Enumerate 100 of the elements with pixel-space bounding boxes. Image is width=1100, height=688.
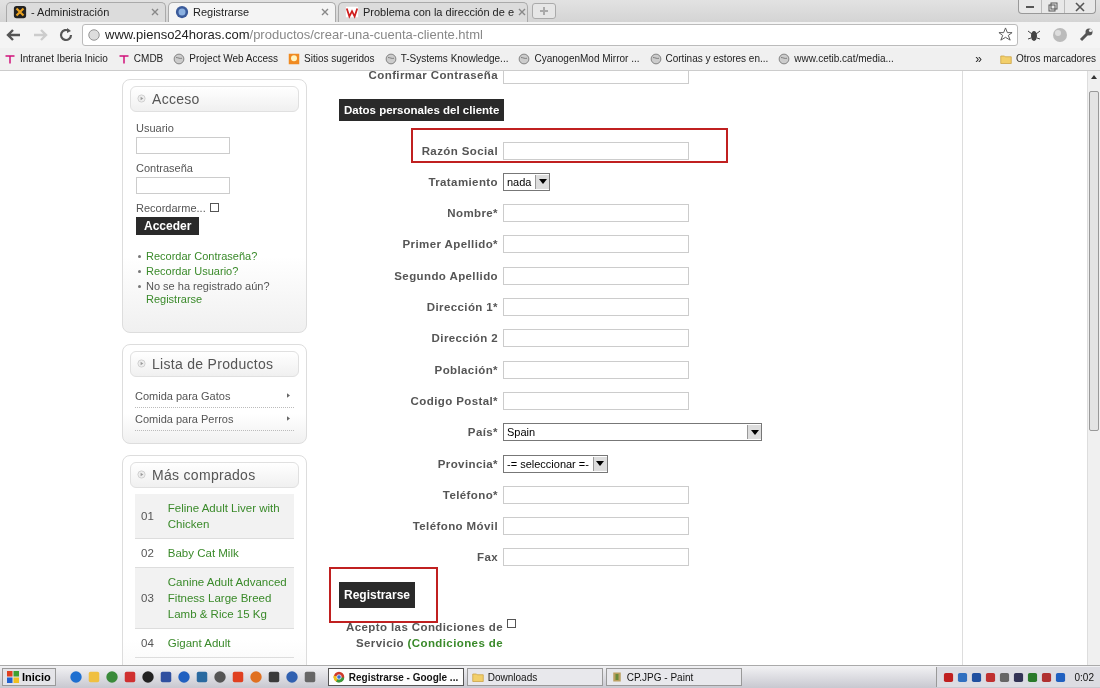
text-field[interactable] — [503, 391, 689, 410]
rank-number: 01 — [141, 508, 154, 524]
plus-icon — [539, 5, 549, 16]
bookmark[interactable]: Sitios sugeridos — [304, 53, 375, 65]
field-label: Teléfono Móvil — [411, 520, 499, 533]
letter-t-icon[interactable] — [4, 52, 16, 65]
bullet-icon — [138, 284, 141, 288]
globe-icon[interactable] — [173, 52, 186, 65]
globe-icon[interactable] — [384, 52, 397, 65]
link[interactable]: Recordar Contraseña? — [146, 249, 258, 262]
checkbox[interactable] — [209, 203, 219, 213]
browser-tab[interactable]: Problema con la dirección de e — [338, 1, 528, 22]
close-icon[interactable] — [518, 8, 527, 17]
back-icon[interactable] — [6, 26, 22, 43]
password-field[interactable] — [136, 176, 230, 194]
terms-link[interactable]: (Condiciones de — [407, 637, 503, 650]
dropdown[interactable]: -= seleccionar =- — [503, 454, 608, 473]
program-icon[interactable] — [212, 670, 227, 684]
address-bar[interactable]: www.pienso24horas.com/productos/crear-una-cuenta-cliente.html — [82, 23, 1018, 46]
url-host: www.pienso24horas.com — [105, 27, 250, 43]
bookmark[interactable]: Project Web Access — [189, 53, 279, 65]
clock: 0:02 — [1074, 671, 1094, 683]
globe-icon[interactable] — [518, 52, 531, 65]
new-tab-button[interactable] — [532, 2, 556, 19]
dropdown[interactable]: nada — [503, 172, 551, 191]
text-field[interactable] — [503, 360, 689, 379]
panel-title: Más comprados — [152, 466, 256, 483]
link[interactable]: Recordar Usuario? — [146, 264, 239, 277]
brand-icon — [345, 5, 359, 20]
text-field[interactable] — [503, 329, 689, 348]
register-link[interactable]: Registrarse — [146, 292, 203, 305]
bullet-icon — [137, 359, 146, 369]
windows-logo-icon — [7, 671, 19, 683]
text-field[interactable] — [503, 298, 689, 316]
dropdown[interactable]: Spain — [503, 423, 762, 442]
checkbox[interactable] — [507, 619, 516, 629]
taskbar-button[interactable]: CP.JPG - Paint — [605, 668, 742, 686]
reload-icon[interactable] — [58, 26, 74, 43]
username-field[interactable] — [136, 136, 230, 154]
bookmark[interactable]: www.cetib.cat/media... — [794, 53, 894, 65]
product-link[interactable]: Feline Adult Liver with Chicken — [167, 499, 288, 532]
tray-icon[interactable] — [998, 671, 1010, 683]
globe-icon — [87, 27, 101, 42]
caret-icon — [539, 179, 547, 185]
tab-title: Problema con la dirección de e — [363, 6, 515, 19]
bullet-icon — [137, 94, 146, 104]
program-icon[interactable] — [158, 670, 173, 684]
tray-icon[interactable] — [942, 671, 954, 683]
more-bookmarks[interactable]: » — [975, 51, 982, 66]
text-field[interactable] — [503, 266, 689, 285]
tray-icon[interactable] — [1026, 671, 1038, 683]
field-label: Contraseña — [136, 161, 193, 174]
bookmark[interactable]: CMDB — [133, 53, 164, 65]
register-button[interactable]: Registrarse — [339, 582, 416, 609]
tab-title: - Administración — [31, 6, 111, 19]
bookmark-folder[interactable]: Otros marcadores — [1015, 53, 1096, 65]
text-field[interactable] — [503, 204, 689, 223]
category-item[interactable]: Comida para Gatos — [135, 389, 231, 402]
bulb-icon[interactable] — [288, 52, 301, 65]
start-button[interactable]: Inicio — [2, 668, 56, 686]
tray-icon[interactable] — [1054, 671, 1066, 683]
bookmark[interactable]: CyanogenMod Mirror ... — [534, 53, 640, 65]
bookmark[interactable]: Intranet Iberia Inicio — [20, 53, 108, 65]
text-field[interactable] — [503, 141, 689, 160]
program-icon[interactable] — [266, 670, 281, 684]
bookmark[interactable]: Cortinas y estores en... — [665, 53, 769, 65]
tray-icon[interactable] — [1040, 671, 1052, 683]
field-label: Razón Social — [420, 144, 499, 157]
login-button[interactable]: Acceder — [136, 216, 200, 235]
text-field[interactable] — [503, 517, 689, 536]
panel-title: Acceso — [152, 90, 200, 107]
scrollbar[interactable] — [1087, 70, 1100, 665]
bullet-icon — [138, 254, 141, 258]
star-icon[interactable] — [998, 27, 1013, 43]
product-link[interactable]: Baby Cat Milk — [167, 544, 239, 561]
bookmark[interactable]: T-Systems Knowledge... — [400, 53, 509, 65]
tray-icon[interactable] — [970, 671, 982, 683]
tray-icon[interactable] — [1012, 671, 1024, 683]
letter-t-icon[interactable] — [117, 52, 130, 65]
minimize-icon — [1026, 5, 1034, 8]
browser-tab[interactable]: Registrarse — [168, 1, 336, 22]
text-field[interactable] — [503, 485, 689, 504]
wrench-icon[interactable] — [1078, 26, 1094, 43]
text-field[interactable] — [503, 235, 689, 254]
product-link[interactable]: Canine Adult Advanced Fitness Large Breed Lamb & Rice 15 Kg — [167, 573, 288, 622]
category-item[interactable]: Comida para Perros — [135, 412, 234, 425]
taskbar-button[interactable]: Downloads — [466, 668, 603, 686]
globe-icon[interactable] — [649, 52, 662, 65]
product-link[interactable]: Gigant Adult — [167, 634, 231, 651]
folder-icon[interactable] — [999, 52, 1012, 65]
taskbar-button[interactable]: Registrarse - Google ... — [327, 668, 464, 686]
close-icon[interactable] — [151, 8, 159, 17]
browser-icon — [332, 671, 345, 683]
program-icon[interactable] — [140, 670, 155, 684]
globe-icon[interactable] — [778, 52, 791, 65]
tray-icon[interactable] — [984, 671, 996, 683]
section-heading: Datos personales del cliente — [339, 98, 505, 121]
close-icon[interactable] — [321, 8, 329, 17]
browser-tab[interactable]: - Administración — [6, 1, 166, 22]
text-field[interactable] — [503, 548, 689, 567]
